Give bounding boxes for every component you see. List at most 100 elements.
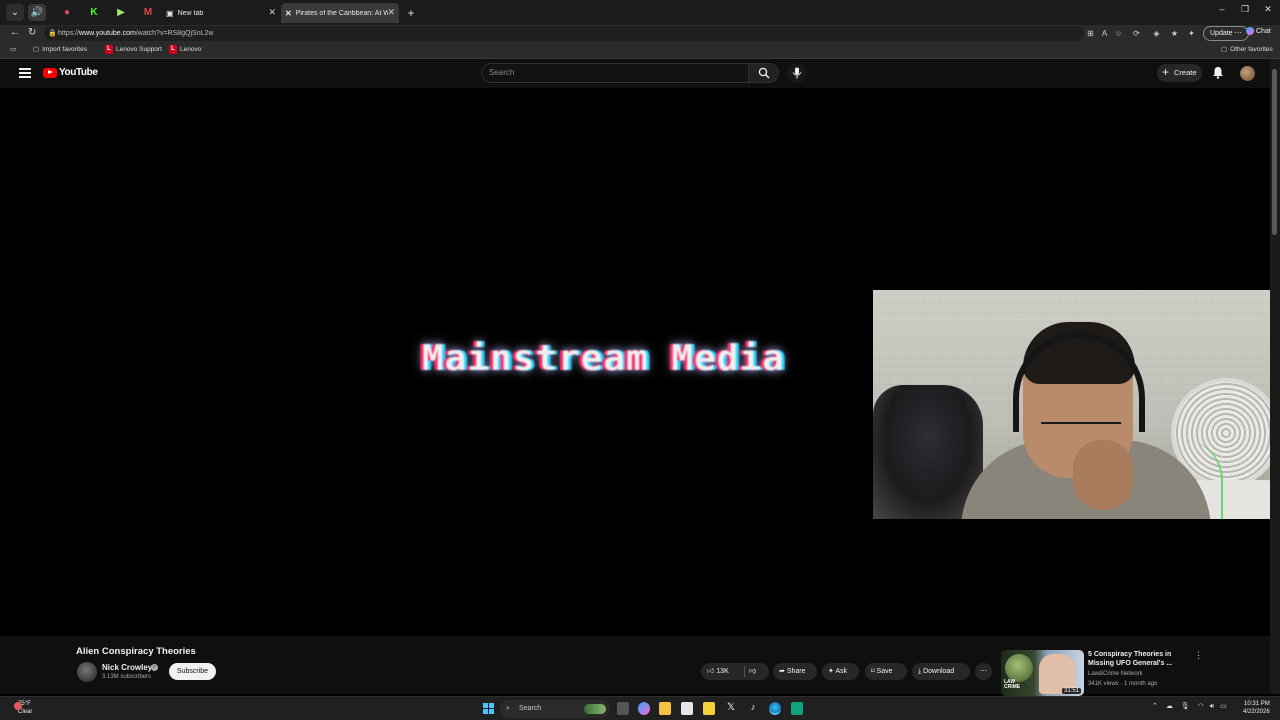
- download-icon: ⤓: [918, 668, 922, 675]
- folder-icon: ▢: [1221, 46, 1228, 53]
- sparkle-icon: ✦: [828, 668, 834, 675]
- search-icon: ⌕: [506, 705, 510, 712]
- edge-browser-icon[interactable]: [769, 702, 781, 715]
- like-count: 13K: [716, 668, 729, 675]
- sidebar-toggle-icon[interactable]: ▭: [10, 45, 16, 53]
- taskbar-clock[interactable]: 10:31 PM 4/22/2026: [1243, 700, 1270, 716]
- account-avatar[interactable]: [1240, 66, 1255, 81]
- sticky-notes-icon[interactable]: [703, 702, 715, 715]
- back-arrow-icon[interactable]: ←: [10, 27, 20, 38]
- windows-start-icon[interactable]: [483, 703, 494, 714]
- onedrive-icon[interactable]: ☁: [1166, 703, 1173, 710]
- video-info-bar: Alien Conspiracy Theories Nick Crowley ✓…: [0, 636, 1270, 696]
- restore-button[interactable]: ❐: [1235, 4, 1255, 15]
- close-tab-icon[interactable]: ✕: [268, 7, 276, 18]
- refresh-icon[interactable]: ↻: [28, 27, 36, 38]
- ask-button[interactable]: ✦ Ask: [822, 663, 859, 680]
- share-button[interactable]: ➦ Share: [773, 663, 817, 680]
- video-player[interactable]: Mainstream Media: [7, 88, 1270, 636]
- new-tab-button[interactable]: +: [402, 4, 420, 21]
- streamer-hand: [1073, 440, 1133, 510]
- subscriber-count: 3.13M subscribers: [102, 674, 152, 680]
- recommendation-menu-icon[interactable]: ⋮: [1194, 650, 1203, 661]
- clock-date: 4/22/2026: [1243, 709, 1270, 715]
- like-button[interactable]: 👍︎ 13K: [707, 663, 729, 680]
- alien-image: [1005, 654, 1033, 682]
- youtube-logo-text: YouTube: [59, 67, 98, 78]
- youtube-logo[interactable]: YouTube: [43, 67, 98, 78]
- x-app-icon[interactable]: 𝕏: [725, 702, 737, 715]
- copilot-chat-button[interactable]: Chat: [1246, 27, 1271, 35]
- channel-avatar[interactable]: [77, 662, 97, 682]
- favorite-label: Import favorites: [42, 45, 87, 53]
- search-button[interactable]: [748, 63, 779, 83]
- favorite-lenovo-support[interactable]: L Lenovo Support: [105, 45, 162, 54]
- file-explorer-icon[interactable]: [659, 702, 671, 715]
- app-available-icon[interactable]: ⊞: [1085, 28, 1096, 39]
- chatgpt-app-icon[interactable]: [791, 702, 803, 715]
- update-button[interactable]: Update ⋯: [1203, 26, 1249, 41]
- hamburger-menu-icon[interactable]: [19, 68, 31, 78]
- system-tray[interactable]: ⌃ ☁ 🎙︎ ◠ 🔊︎ ▭: [1152, 702, 1227, 711]
- minimize-button[interactable]: –: [1212, 4, 1232, 14]
- tab-new-tab[interactable]: ▣ New tab ✕: [162, 3, 280, 23]
- create-button[interactable]: Create: [1157, 63, 1202, 82]
- weather-widget[interactable]: 75°F Clear: [14, 700, 32, 716]
- notifications-bell-icon[interactable]: [1212, 66, 1224, 84]
- task-view-icon[interactable]: [617, 702, 629, 715]
- page-scrollbar[interactable]: [1270, 59, 1280, 694]
- favorite-star-icon[interactable]: ☆: [1113, 28, 1124, 39]
- read-aloud-icon[interactable]: A: [1099, 28, 1110, 39]
- search-input[interactable]: Search: [481, 63, 748, 83]
- download-button[interactable]: ⤓ Download: [912, 663, 970, 680]
- extension-icon[interactable]: ⟳: [1131, 28, 1142, 39]
- volume-icon[interactable]: 🔊︎: [1210, 703, 1214, 710]
- favorites-icon[interactable]: ★: [1169, 28, 1180, 39]
- voice-search-button[interactable]: [787, 63, 807, 83]
- favorite-lenovo[interactable]: L Lenovo: [169, 45, 201, 54]
- other-favorites[interactable]: ▢ Other favorites: [1221, 45, 1273, 54]
- calendar-app-icon[interactable]: [681, 702, 693, 715]
- taskbar-search[interactable]: ⌕ Search: [500, 700, 610, 718]
- weather-icon: [14, 702, 22, 710]
- subscribe-button[interactable]: Subscribe: [169, 663, 216, 680]
- copilot-app-icon[interactable]: [638, 702, 650, 715]
- favorite-import[interactable]: ▢ Import favorites: [33, 45, 87, 54]
- pinned-tab-kick-icon[interactable]: K: [85, 4, 103, 21]
- recommended-channel[interactable]: Law&Crime Network: [1088, 671, 1143, 677]
- search-icon: [758, 67, 770, 79]
- tab-site-icon: ✕: [285, 8, 292, 18]
- windows-taskbar: 75°F Clear ⌕ Search 𝕏 ♪ ⌃ ☁ 🎙︎ ◠ 🔊︎ ▭ 10…: [0, 696, 1280, 720]
- close-tab-icon[interactable]: ✕: [387, 7, 395, 18]
- share-arrow-icon: ➦: [779, 668, 785, 675]
- save-button[interactable]: ⌑ Save: [865, 663, 907, 680]
- scroll-thumb[interactable]: [1272, 69, 1277, 235]
- more-actions-icon[interactable]: ⋯: [975, 663, 992, 680]
- youtube-play-icon: [43, 67, 57, 78]
- address-bar[interactable]: 🔒 https://www.youtube.com/watch?v=RS8gQj…: [44, 26, 1084, 41]
- mic-tray-icon[interactable]: 🎙︎: [1181, 703, 1190, 710]
- video-title: Alien Conspiracy Theories: [76, 646, 196, 657]
- wifi-icon[interactable]: ◠: [1198, 703, 1204, 710]
- tab-pirates[interactable]: ✕ Pirates of the Caribbean: At World's E…: [281, 3, 399, 23]
- folder-icon: ▢: [33, 46, 40, 53]
- battery-icon[interactable]: ▭: [1220, 703, 1227, 710]
- pinned-tab-pinterest-icon[interactable]: ●: [58, 4, 76, 21]
- tray-chevron-icon[interactable]: ⌃: [1152, 703, 1158, 710]
- recommended-video-thumbnail[interactable]: LAW CRIME 31:51: [1001, 650, 1084, 696]
- close-window-button[interactable]: ✕: [1258, 4, 1278, 15]
- browser-essentials-icon[interactable]: ◈: [1151, 28, 1162, 39]
- pinned-tab-play-icon[interactable]: ▶: [112, 4, 130, 21]
- dislike-button[interactable]: 👎︎: [749, 663, 756, 680]
- tab-actions-chevron-icon[interactable]: ⌄: [6, 4, 24, 21]
- thumbs-up-icon: 👍︎: [707, 668, 715, 675]
- recommended-video-title[interactable]: 5 Conspiracy Theories in Missing UFO Gen…: [1088, 650, 1180, 668]
- audio-playing-tab-icon[interactable]: 🔊: [28, 4, 46, 21]
- url-prefix: https://: [58, 30, 80, 37]
- pinned-tab-gmail-icon[interactable]: M: [139, 4, 157, 21]
- lenovo-icon: L: [105, 45, 113, 54]
- bookmark-icon: ⌑: [871, 668, 875, 675]
- extensions-puzzle-icon[interactable]: ✦: [1186, 28, 1197, 39]
- channel-name[interactable]: Nick Crowley: [102, 663, 152, 672]
- tiktok-app-icon[interactable]: ♪: [747, 702, 759, 715]
